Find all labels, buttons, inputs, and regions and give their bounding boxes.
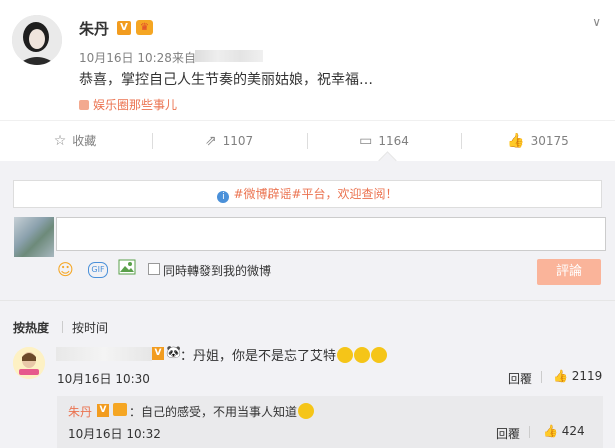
submit-comment-button[interactable]: 評論 (537, 259, 601, 285)
vip-crown-icon[interactable]: ♛ (136, 20, 153, 35)
divider (0, 300, 615, 301)
blurred-commenter-name (56, 347, 152, 361)
divider (461, 133, 462, 149)
emoji-icon[interactable]: ☺ (57, 260, 74, 279)
from-label: 来自 (171, 51, 196, 65)
post-text: 恭喜，掌控自己人生节奏的美丽姑娘，祝幸福… (79, 72, 373, 88)
rumor-notice-bar[interactable]: i #微博辟谣#平台，欢迎查阅！ (13, 180, 602, 208)
reply-text-body: ：自己的感受，不用当事人知道 (129, 405, 298, 419)
notice-text[interactable]: #微博辟谣#平台，欢迎查阅！ (233, 187, 397, 201)
reply-like-button[interactable]: 👍 424 (543, 424, 585, 438)
post-meta: 10月16日 10:28来自 (79, 49, 196, 66)
laugh-cry-emoji-icon (371, 347, 388, 363)
divider (541, 371, 542, 383)
action-bar: ☆ 收藏 ⇗ 1107 ▭ 1164 👍 30175 (0, 120, 615, 162)
info-icon: i (217, 191, 230, 203)
verified-badge-icon[interactable]: V (97, 404, 109, 417)
comment-time: 10月16日 10:30 (57, 372, 150, 386)
comment-like-count: 2119 (571, 369, 603, 383)
author-avatar[interactable] (12, 15, 62, 65)
laugh-cry-emoji-icon (337, 347, 354, 363)
post-source[interactable]: 娱乐圈那些事儿 (79, 96, 177, 113)
favorite-button[interactable]: ☆ 收藏 (0, 121, 150, 161)
like-count: 30175 (530, 134, 569, 148)
reply-like-count: 424 (561, 424, 585, 438)
reply-text: ：自己的感受，不用当事人知道 (129, 403, 315, 420)
thumbs-up-icon: 👍 (543, 424, 558, 438)
source-icon (79, 100, 89, 110)
my-avatar (14, 217, 54, 257)
laugh-cry-emoji-icon (354, 347, 371, 363)
divider (307, 133, 308, 149)
gif-icon[interactable]: GIF (88, 262, 108, 278)
repost-checkbox[interactable] (148, 263, 160, 275)
comment-text: ：丹姐，你是不是忘了艾特 (180, 345, 388, 364)
grin-emoji-icon (298, 403, 315, 419)
comment-count: 1164 (378, 134, 409, 148)
comment-icon: ▭ (359, 133, 373, 149)
comment-text-body: ：丹姐，你是不是忘了艾特 (180, 349, 337, 364)
like-button[interactable]: 👍 30175 (463, 121, 613, 161)
image-icon[interactable] (118, 259, 136, 279)
divider (529, 426, 530, 438)
blurred-source (195, 50, 263, 62)
favorite-label: 收藏 (72, 134, 97, 148)
reply-button[interactable]: 回覆 (496, 425, 520, 442)
author-name[interactable]: 朱丹 (79, 18, 109, 39)
comment-input[interactable] (56, 217, 606, 251)
source-label[interactable]: 娱乐圈那些事儿 (93, 98, 177, 112)
commenter-avatar[interactable] (13, 347, 45, 379)
chevron-down-icon[interactable]: ∨ (592, 15, 601, 29)
reply-author-name[interactable]: 朱丹 (68, 403, 92, 420)
sort-by-hot-tab[interactable]: 按热度 (13, 319, 49, 336)
weibo-post: 朱丹 V ♛ ∨ 10月16日 10:28来自 恭喜，掌控自己人生节奏的美丽姑娘… (0, 0, 615, 120)
vip-crown-icon[interactable] (113, 403, 127, 416)
sort-by-time-tab[interactable]: 按时间 (72, 319, 108, 336)
verified-badge-icon[interactable]: V (152, 347, 164, 360)
reply-button[interactable]: 回覆 (508, 370, 532, 387)
divider (62, 321, 63, 333)
reply-time: 10月16日 10:32 (68, 427, 161, 441)
repost-count: 1107 (222, 134, 254, 148)
comment-like-button[interactable]: 👍 2119 (553, 369, 602, 383)
thumbs-up-icon: 👍 (553, 369, 568, 383)
repost-checkbox-label[interactable]: 同時轉發到我的微博 (163, 262, 271, 279)
repost-icon: ⇗ (204, 133, 217, 149)
post-time[interactable]: 10月16日 10:28 (79, 51, 172, 65)
repost-button[interactable]: ⇗ 1107 (154, 121, 304, 161)
thumbs-up-icon: 👍 (507, 133, 525, 149)
divider (152, 133, 153, 149)
star-icon: ☆ (53, 133, 67, 149)
verified-badge-icon[interactable]: V (117, 21, 131, 35)
panda-icon: 🐼 (166, 345, 181, 359)
